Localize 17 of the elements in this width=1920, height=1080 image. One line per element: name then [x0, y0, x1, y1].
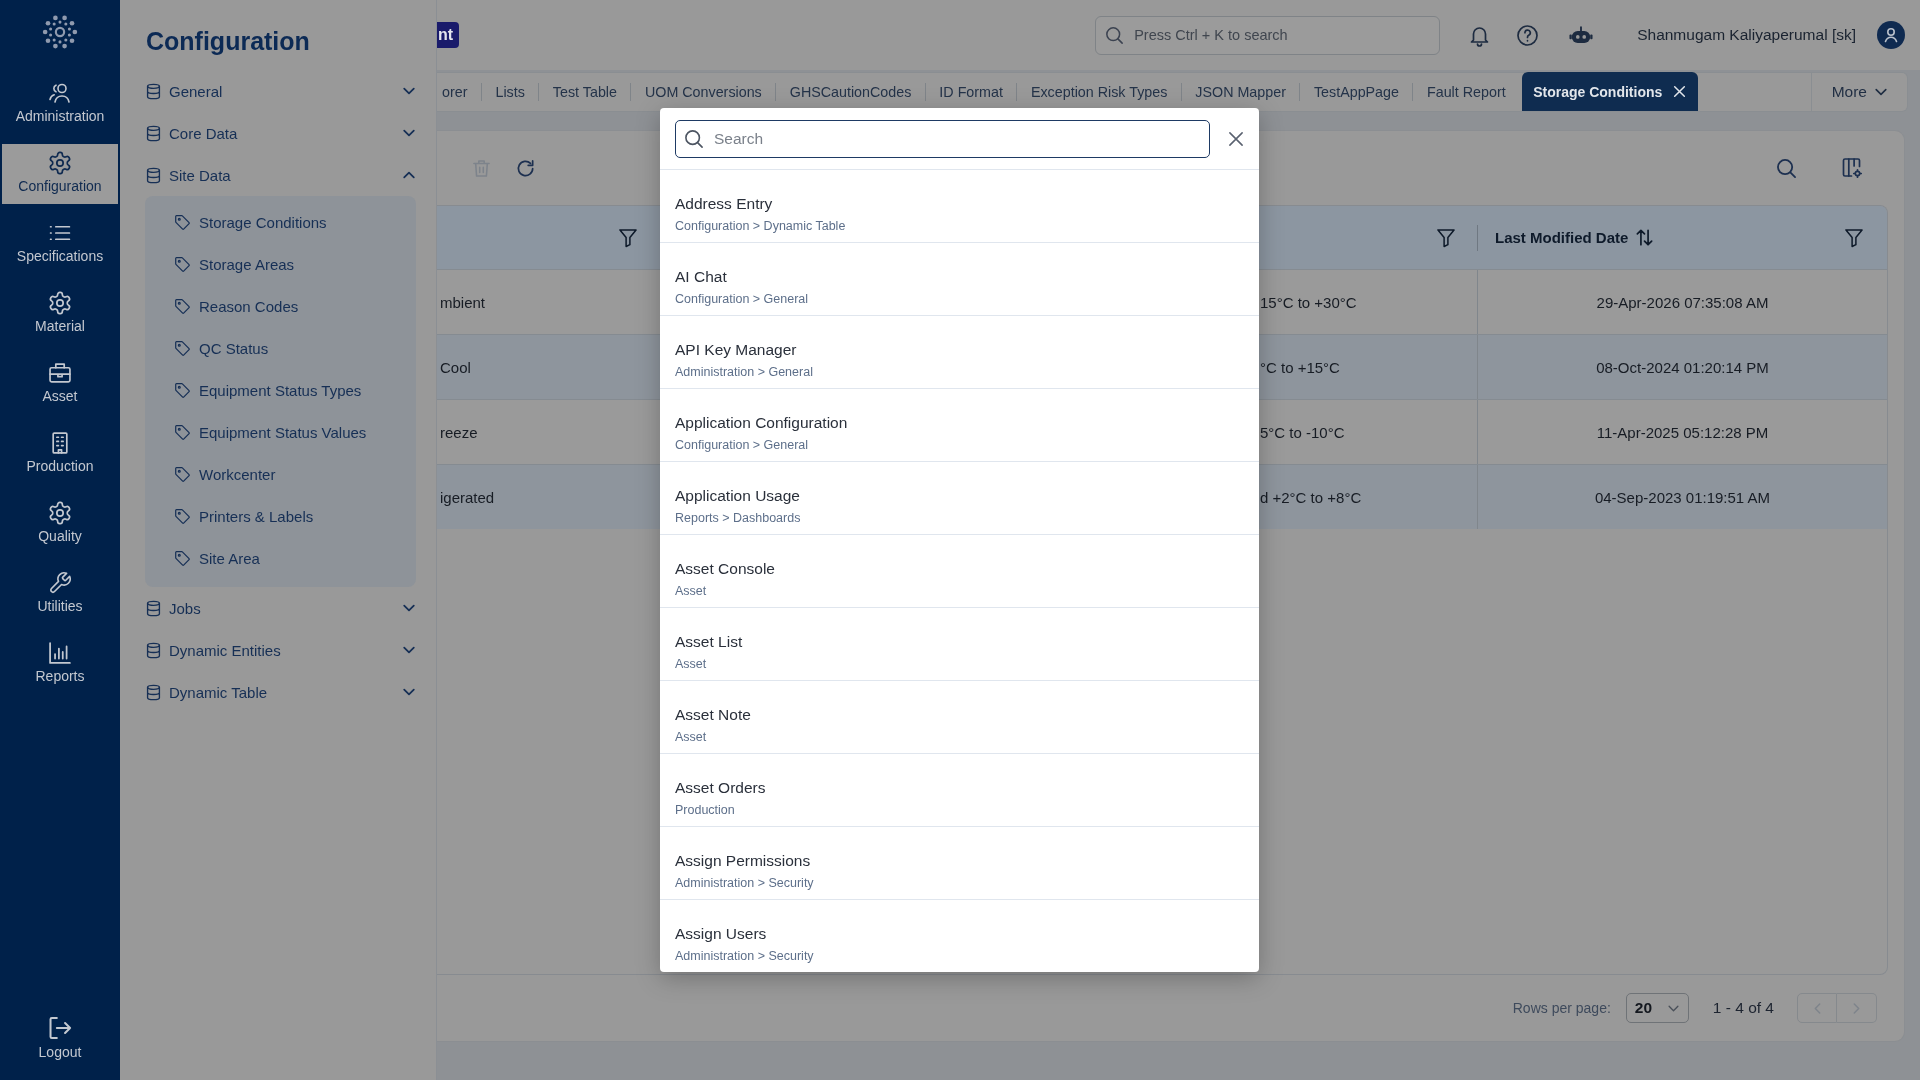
table-cell: 15°C to +30°C [1260, 293, 1357, 311]
table-cell: 5°C to -10°C [1260, 423, 1345, 441]
table-cell: 08-Oct-2024 01:20:14 PM [1596, 358, 1769, 376]
table-cell: 04-Sep-2023 01:19:51 AM [1594, 488, 1771, 506]
table-cell: °C to +15°C [1260, 358, 1340, 376]
user-name: Shanmugam Kaliyaperumal [sk] [1637, 26, 1856, 44]
table-cell: 11-Apr-2025 05:12:28 PM [1596, 423, 1769, 441]
table-cell: reeze [440, 423, 478, 441]
table-cell: mbient [440, 293, 486, 311]
table-cell: Cool [440, 358, 471, 376]
table-cell: d +2°C to +8°C [1260, 488, 1362, 506]
panel-title: Configuration [146, 26, 310, 57]
page-range: 1 - 4 of 4 [1712, 999, 1774, 1017]
table-cell: 29-Apr-2026 07:35:08 AM [1596, 293, 1769, 311]
table-cell: igerated [440, 488, 495, 506]
rows-per-page-label: Rows per page: [1512, 1000, 1611, 1016]
header-badge: nt [437, 22, 460, 48]
